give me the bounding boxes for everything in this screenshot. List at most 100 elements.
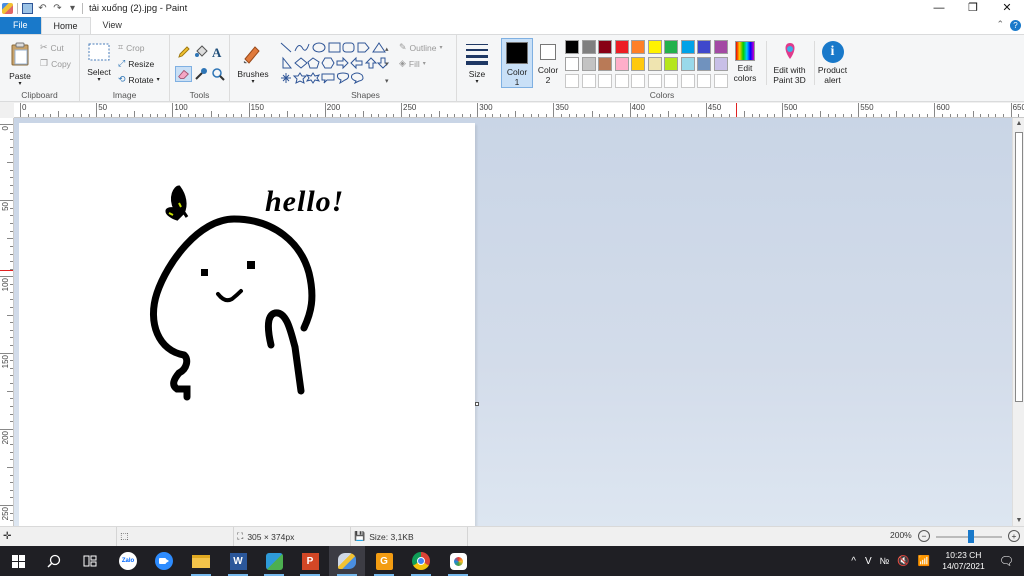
palette-color-swatch[interactable] xyxy=(614,40,629,54)
cut-button[interactable]: ✂ Cut xyxy=(40,42,64,53)
palette-color-swatch[interactable] xyxy=(697,40,711,54)
resize-button[interactable]: ⤢ Resize xyxy=(118,58,154,69)
palette-color-swatch[interactable] xyxy=(598,40,612,54)
redo-icon[interactable]: ↷ xyxy=(52,3,63,14)
fill-button[interactable]: ◈ Fill ▾ xyxy=(399,58,426,69)
tab-view[interactable]: View xyxy=(91,17,134,34)
search-button[interactable] xyxy=(36,546,72,576)
custom-color-slot[interactable] xyxy=(598,74,612,88)
crop-button[interactable]: ⌗ Crop xyxy=(118,42,145,53)
color1-button[interactable]: Color 1 xyxy=(501,38,533,88)
copy-button[interactable]: ❐ Copy xyxy=(40,58,71,69)
shapes-gallery[interactable]: ▴ ▾ ▾ xyxy=(279,41,391,87)
palette-color-swatch[interactable] xyxy=(598,57,612,71)
paste-button[interactable]: Paste ▾ xyxy=(6,41,34,87)
custom-color-slot[interactable] xyxy=(565,74,579,88)
ruler-tick xyxy=(576,114,578,117)
save-icon[interactable] xyxy=(22,3,33,14)
svg-text:A: A xyxy=(212,45,222,59)
palette-color-swatch[interactable] xyxy=(664,57,678,71)
custom-color-slot[interactable] xyxy=(631,74,645,88)
restore-button[interactable]: ❐ xyxy=(956,0,990,17)
rotate-button[interactable]: ⟲ Rotate ▾ xyxy=(118,74,160,85)
select-button[interactable]: Select ▾ xyxy=(84,41,114,83)
palette-color-swatch[interactable] xyxy=(647,57,662,71)
palette-color-swatch[interactable] xyxy=(680,40,695,54)
zoom-in-button[interactable]: + xyxy=(1008,530,1020,542)
outline-button[interactable]: ✎ Outline ▾ xyxy=(399,42,443,53)
photos-taskbar-button[interactable] xyxy=(256,546,292,576)
custom-color-slot[interactable] xyxy=(680,74,695,88)
palette-color-swatch[interactable] xyxy=(713,40,728,54)
palette-color-swatch[interactable] xyxy=(565,40,579,54)
custom-color-slot[interactable] xyxy=(697,74,711,88)
palette-color-swatch[interactable] xyxy=(631,40,645,54)
zoom-slider-thumb[interactable] xyxy=(968,530,974,543)
magnifier-icon[interactable] xyxy=(211,67,225,81)
task-view-button[interactable] xyxy=(72,546,108,576)
ruler-tick xyxy=(10,383,13,385)
help-icon[interactable]: ? xyxy=(1010,20,1021,31)
zalo-taskbar-button[interactable]: Zalo xyxy=(110,546,146,576)
close-button[interactable]: ✕ xyxy=(990,0,1024,17)
tab-file[interactable]: File xyxy=(0,17,41,34)
palette-color-swatch[interactable] xyxy=(581,40,596,54)
palette-color-swatch[interactable] xyxy=(614,57,629,71)
vpn-icon[interactable]: V xyxy=(861,556,876,567)
chrome-taskbar-button[interactable] xyxy=(403,546,439,576)
scroll-up-icon[interactable]: ▲ xyxy=(1013,120,1024,127)
powerpoint-taskbar-button[interactable]: P xyxy=(292,546,328,576)
zoom-out-button[interactable]: − xyxy=(918,530,930,542)
vertical-scrollbar[interactable]: ▲ ▼ xyxy=(1012,118,1024,526)
app-taskbar-button[interactable] xyxy=(440,546,476,576)
palette-color-swatch[interactable] xyxy=(565,57,579,71)
zoom-taskbar-button[interactable] xyxy=(146,546,182,576)
text-tool-icon[interactable]: A xyxy=(211,45,225,59)
ruler-tick xyxy=(637,114,639,117)
color-picker-icon[interactable] xyxy=(194,67,208,81)
undo-icon[interactable]: ↶ xyxy=(37,3,48,14)
word-taskbar-button[interactable]: W xyxy=(220,546,256,576)
palette-color-swatch[interactable] xyxy=(680,57,695,71)
notifications-icon[interactable]: 🗨 xyxy=(993,554,1024,568)
color2-button[interactable]: Color 2 xyxy=(534,38,562,88)
scrollbar-thumb[interactable] xyxy=(1015,132,1023,402)
clock[interactable]: 10:23 CH 14/07/2021 xyxy=(934,550,993,572)
paint-taskbar-button[interactable] xyxy=(329,546,365,576)
edit-colors-button[interactable]: Edit colors xyxy=(729,41,761,83)
custom-color-slot[interactable] xyxy=(647,74,662,88)
foxit-taskbar-button[interactable]: G xyxy=(366,546,402,576)
eraser-icon[interactable] xyxy=(175,66,192,82)
product-alert-button[interactable]: i Product alert xyxy=(814,41,850,85)
collapse-ribbon-icon[interactable]: ⌃ xyxy=(996,19,1004,30)
scroll-down-icon[interactable]: ▼ xyxy=(1013,517,1024,524)
palette-color-swatch[interactable] xyxy=(713,57,728,71)
fill-bucket-icon[interactable] xyxy=(194,45,208,59)
palette-color-swatch[interactable] xyxy=(581,57,596,71)
custom-color-slot[interactable] xyxy=(614,74,629,88)
customize-quick-access-icon[interactable]: ▾ xyxy=(67,3,78,14)
palette-color-swatch[interactable] xyxy=(631,57,645,71)
palette-color-swatch[interactable] xyxy=(664,40,678,54)
custom-color-slot[interactable] xyxy=(664,74,678,88)
custom-color-slot[interactable] xyxy=(581,74,596,88)
speaker-muted-icon[interactable]: 🔇 xyxy=(893,556,913,567)
file-explorer-taskbar-button[interactable] xyxy=(183,546,219,576)
tab-home[interactable]: Home xyxy=(40,17,91,34)
drawing-canvas[interactable]: hello! xyxy=(19,123,475,526)
palette-color-swatch[interactable] xyxy=(697,57,711,71)
edit-with-paint3d-button[interactable]: Edit with Paint 3D xyxy=(766,41,810,85)
ruler-tick xyxy=(873,114,875,117)
paint-app-icon[interactable] xyxy=(2,3,13,14)
brushes-button[interactable]: Brushes ▾ xyxy=(234,41,272,85)
custom-color-slot[interactable] xyxy=(713,74,728,88)
canvas-resize-handle[interactable] xyxy=(475,402,479,406)
chevron-up-icon[interactable]: ^ xyxy=(846,556,861,567)
network-icon[interactable]: 📶 xyxy=(914,556,934,567)
palette-color-swatch[interactable] xyxy=(647,40,662,54)
size-button[interactable]: Size ▾ xyxy=(460,41,494,85)
input-method-icon[interactable]: № xyxy=(876,556,894,566)
start-button[interactable] xyxy=(0,546,36,576)
pencil-icon[interactable] xyxy=(177,45,191,59)
minimize-button[interactable]: — xyxy=(922,0,956,17)
